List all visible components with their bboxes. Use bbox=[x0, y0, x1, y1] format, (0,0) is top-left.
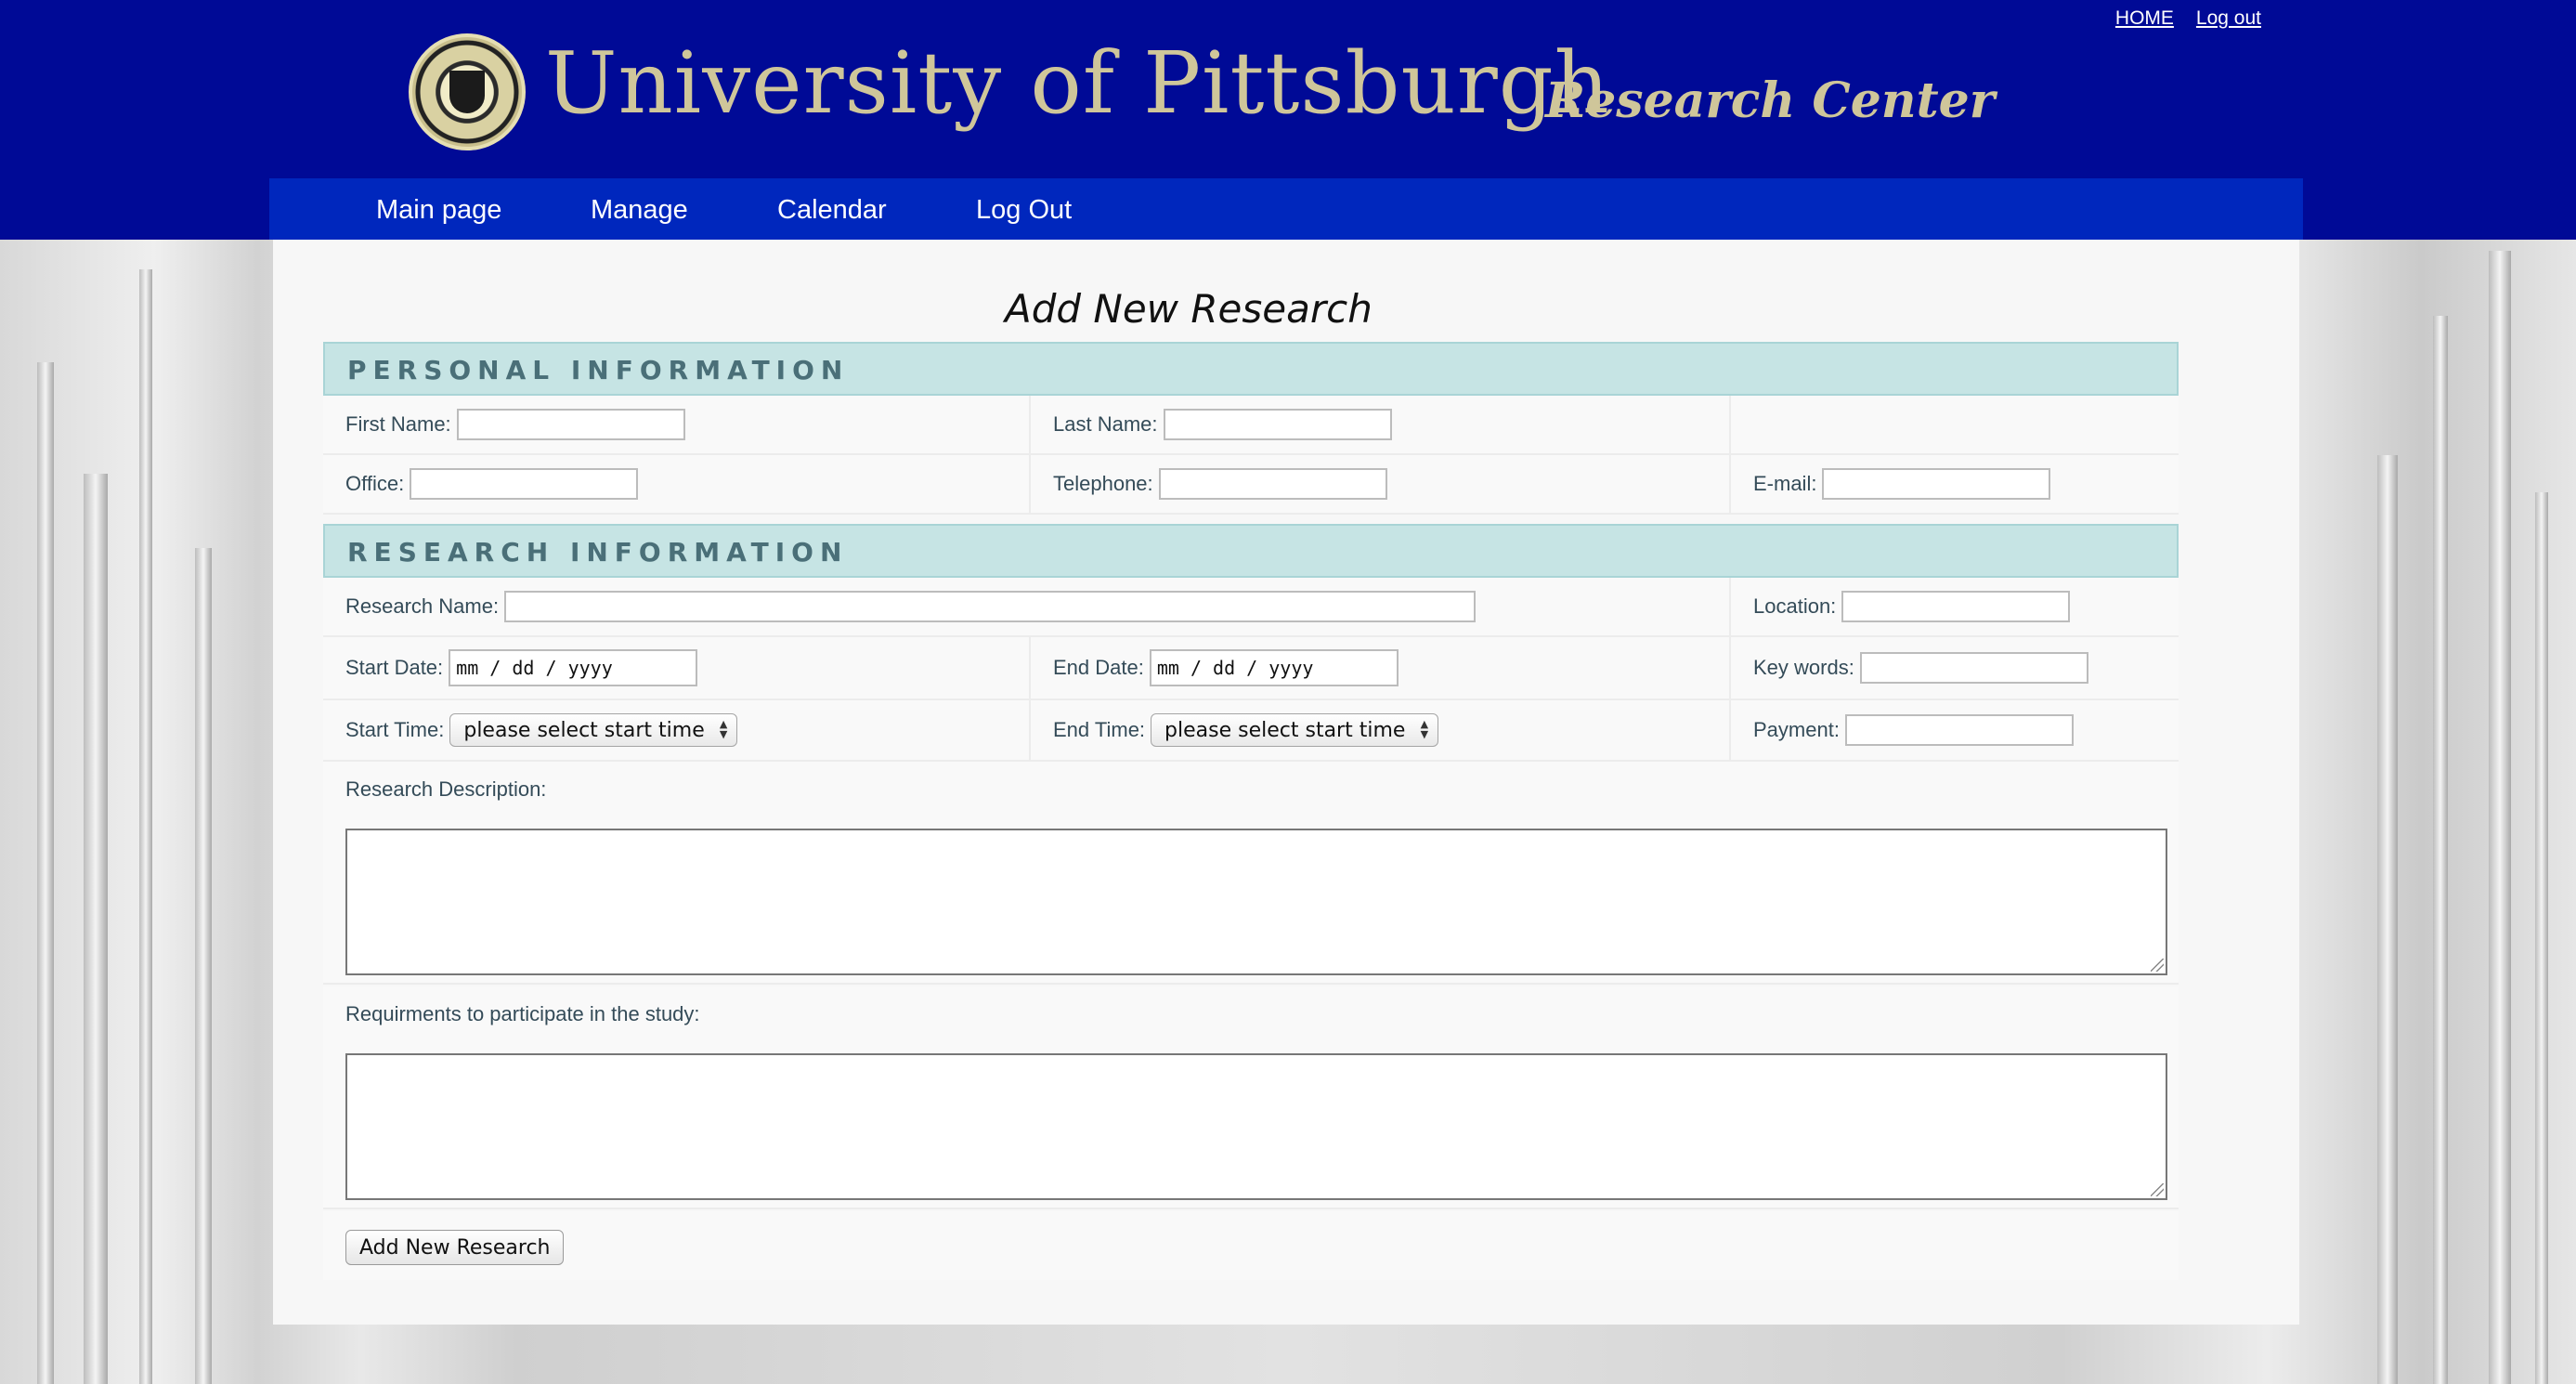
first-name-label: First Name: bbox=[345, 412, 451, 436]
resize-grip-icon[interactable] bbox=[2151, 1183, 2164, 1196]
form-panel: Add New Research PERSONAL INFORMATION Fi… bbox=[273, 240, 2299, 1325]
form-row-submit bbox=[323, 1211, 2179, 1280]
end-date-field[interactable]: mm / dd / yyyy bbox=[1149, 649, 1399, 686]
form-row-description-label: Research Description: bbox=[323, 762, 2179, 817]
first-name-field[interactable] bbox=[456, 409, 685, 440]
top-links: HOME Log out bbox=[2115, 7, 2261, 30]
description-textarea[interactable] bbox=[345, 829, 2167, 975]
form-row-contact: Office: Telephone: E-mail: bbox=[323, 455, 2179, 515]
office-field[interactable] bbox=[410, 468, 639, 500]
end-time-value: please select start time bbox=[1164, 718, 1406, 742]
description-label: Research Description: bbox=[345, 777, 547, 801]
research-section-title: RESEARCH INFORMATION bbox=[347, 537, 849, 568]
personal-section-header: PERSONAL INFORMATION bbox=[323, 342, 2179, 396]
research-section-header: RESEARCH INFORMATION bbox=[323, 524, 2179, 578]
start-date-field[interactable]: mm / dd / yyyy bbox=[449, 649, 698, 686]
home-link[interactable]: HOME bbox=[2115, 7, 2174, 30]
form-row-dates: Start Date: mm / dd / yyyy End Date: mm … bbox=[323, 637, 2179, 700]
start-time-value: please select start time bbox=[463, 718, 705, 742]
last-name-label: Last Name: bbox=[1053, 412, 1158, 436]
end-time-select[interactable]: please select start time ▲ ▼ bbox=[1151, 713, 1439, 747]
form-row-times: Start Time: please select start time ▲ ▼ … bbox=[323, 700, 2179, 762]
last-name-field[interactable] bbox=[1163, 409, 1392, 440]
start-date-label: Start Date: bbox=[345, 656, 444, 679]
email-label: E-mail: bbox=[1753, 472, 1817, 495]
payment-label: Payment: bbox=[1753, 718, 1840, 741]
email-field[interactable] bbox=[1822, 468, 2051, 500]
requirements-label: Requirments to participate in the study: bbox=[345, 1002, 700, 1025]
logout-link[interactable]: Log out bbox=[2196, 7, 2261, 30]
end-time-label: End Time: bbox=[1053, 718, 1146, 741]
nav-calendar[interactable]: Calendar bbox=[777, 195, 887, 226]
university-seal-icon bbox=[409, 33, 526, 150]
start-time-select[interactable]: please select start time ▲ ▼ bbox=[449, 713, 738, 747]
main-nav: Main page Manage Calendar Log Out bbox=[269, 178, 2303, 240]
select-arrows-icon: ▲ ▼ bbox=[719, 718, 728, 740]
select-arrows-icon: ▲ ▼ bbox=[1420, 718, 1429, 740]
telephone-field[interactable] bbox=[1158, 468, 1387, 500]
payment-field[interactable] bbox=[1844, 714, 2074, 746]
office-label: Office: bbox=[345, 472, 405, 495]
university-title: University of Pittsburgh bbox=[545, 33, 1610, 133]
form-row-requirements-label: Requirments to participate in the study: bbox=[323, 986, 2179, 1042]
personal-section-title: PERSONAL INFORMATION bbox=[347, 355, 850, 385]
end-date-label: End Date: bbox=[1053, 656, 1144, 679]
form-title: Add New Research bbox=[1005, 286, 1373, 332]
start-time-label: Start Time: bbox=[345, 718, 445, 741]
requirements-textarea[interactable] bbox=[345, 1053, 2167, 1200]
research-name-label: Research Name: bbox=[345, 594, 500, 618]
form-row-research-name: Research Name: Location: bbox=[323, 578, 2179, 637]
key-words-label: Key words: bbox=[1753, 656, 1854, 679]
form-row-names: First Name: Last Name: bbox=[323, 396, 2179, 455]
resize-grip-icon[interactable] bbox=[2151, 959, 2164, 972]
telephone-label: Telephone: bbox=[1053, 472, 1153, 495]
research-name-field[interactable] bbox=[504, 591, 1477, 622]
key-words-field[interactable] bbox=[1859, 652, 2088, 684]
nav-main-page[interactable]: Main page bbox=[376, 195, 501, 226]
nav-manage[interactable]: Manage bbox=[591, 195, 688, 226]
research-center-title: Research Center bbox=[1545, 72, 1996, 129]
location-label: Location: bbox=[1753, 594, 1837, 618]
location-field[interactable] bbox=[1841, 591, 2071, 622]
add-new-research-button[interactable]: Add New Research bbox=[345, 1230, 565, 1265]
nav-log-out[interactable]: Log Out bbox=[976, 195, 1072, 226]
